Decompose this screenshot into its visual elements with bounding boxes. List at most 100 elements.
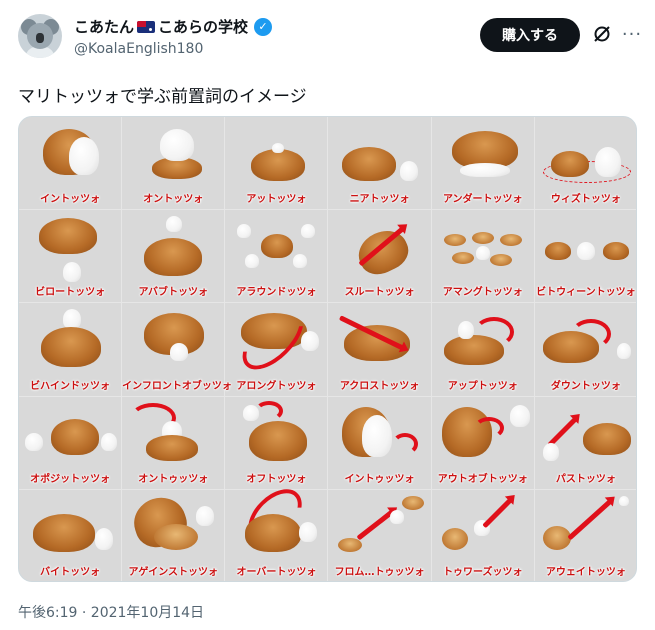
cream: [301, 224, 316, 239]
preposition-label: アップトッツォ: [447, 380, 518, 392]
maritozzo-illustration: [434, 119, 532, 191]
preposition-cell: バイトッツォ: [19, 489, 123, 581]
preposition-cell: オントゥッツォ: [122, 396, 226, 490]
preposition-cell: アゲインストッツォ: [122, 489, 226, 581]
timestamp[interactable]: 午後6:19 · 2021年10月14日: [18, 602, 204, 622]
display-name-post: こあらの学校: [158, 18, 249, 36]
cream: [400, 161, 419, 181]
tweet-image[interactable]: イントッツォ オントッツォ アットッツォ ニアトッツォ アンダートッツォ ウィズトッツォビ…: [18, 116, 637, 582]
preposition-label: インフロントオブッツォ: [122, 380, 232, 392]
preposition-label: フロム…トゥッツォ: [334, 566, 425, 578]
cream: [170, 343, 189, 362]
cream: [166, 216, 183, 233]
cream: [245, 254, 260, 269]
preposition-cell: アウトオブトッツォ: [431, 396, 535, 490]
maritozzo-illustration: [227, 119, 325, 191]
maritozzo-illustration: [21, 212, 119, 284]
preposition-label: ウィズトッツォ: [550, 194, 621, 206]
bun: [245, 513, 302, 552]
preposition-cell: イントッツォ: [19, 117, 123, 211]
maritozzo-illustration: [434, 305, 532, 377]
preposition-label: アットッツォ: [246, 194, 307, 206]
preposition-label: アクロストッツォ: [339, 380, 420, 392]
preposition-cell: ニアトッツォ: [328, 117, 432, 211]
preposition-label: アウェイトッツォ: [545, 566, 626, 578]
bun-small: [443, 234, 466, 247]
preposition-cell: イントゥッツォ: [328, 396, 432, 490]
preposition-cell: アマングトッツォ: [431, 210, 535, 304]
handle[interactable]: @KoalaEnglish180: [74, 41, 272, 57]
preposition-label: ビロートッツォ: [35, 287, 106, 299]
maritozzo-illustration: [21, 492, 119, 564]
cream: [25, 432, 43, 451]
maritozzo-illustration: [21, 399, 119, 471]
maritozzo-illustration: [124, 305, 222, 377]
preposition-cell: スルートッツォ: [328, 210, 432, 304]
buy-button[interactable]: 購入する: [480, 18, 580, 52]
bun: [582, 422, 631, 455]
maritozzo-illustration: [537, 492, 635, 564]
cream: [390, 509, 405, 524]
maritozzo-illustration: [227, 479, 325, 564]
bun: [602, 242, 629, 261]
cream: [362, 414, 393, 457]
preposition-cell: アンダートッツォ: [431, 117, 535, 211]
cream: [459, 163, 510, 177]
preposition-cell: オントッツォ: [122, 117, 226, 211]
maritozzo-illustration: [330, 305, 428, 377]
preposition-label: アロングトッツォ: [236, 380, 317, 392]
away-arrow: [567, 498, 613, 541]
preposition-cell: オポジットッツォ: [19, 396, 123, 490]
preposition-cell: ウィズトッツォ: [534, 117, 636, 211]
cream: [509, 404, 530, 427]
bun: [249, 420, 308, 461]
preposition-cell: アバブトッツォ: [122, 210, 226, 304]
bun: [39, 218, 97, 255]
maritozzo-illustration: [124, 212, 222, 284]
cream: [69, 137, 99, 175]
maritozzo-illustration: [124, 490, 222, 564]
preposition-cell: オフトッツォ: [225, 396, 329, 490]
maritozzo-illustration: [330, 119, 428, 191]
cream: [576, 242, 595, 261]
koala-nose: [36, 33, 44, 43]
cream: [594, 147, 621, 177]
maritozzo-illustration: [537, 305, 635, 377]
preposition-cell: アップトッツォ: [431, 303, 535, 397]
maritozzo-illustration: [124, 119, 222, 191]
grok-icon[interactable]: [592, 24, 612, 44]
maritozzo-illustration: [21, 305, 119, 377]
preposition-label: スルートッツォ: [344, 287, 415, 299]
preposition-label: イントッツォ: [40, 194, 101, 206]
preposition-label: オントゥッツォ: [138, 473, 209, 485]
cream: [475, 246, 490, 261]
cream: [299, 521, 318, 542]
avatar[interactable]: [18, 14, 62, 58]
preposition-label: トゥワーズッツォ: [442, 566, 523, 578]
bun-small: [471, 232, 494, 245]
cream: [616, 343, 631, 360]
cream: [457, 321, 474, 340]
preposition-label: アンダートッツォ: [442, 194, 523, 206]
cream: [618, 495, 629, 506]
maritozzo-illustration: [537, 399, 635, 471]
maritozzo-illustration: [330, 212, 428, 284]
outof-arc: [473, 416, 504, 439]
preposition-label: オポジットッツォ: [30, 473, 111, 485]
bun-small: [489, 254, 512, 267]
cream: [542, 442, 559, 461]
bun: [550, 151, 589, 177]
display-name[interactable]: こあたん こあらの学校 ✓: [74, 16, 273, 37]
preposition-cell: アクロストッツォ: [328, 303, 432, 397]
maritozzo-illustration: [21, 119, 119, 191]
maritozzo-illustration: [537, 212, 635, 284]
up-arc: [473, 317, 514, 348]
preposition-label: アバブトッツォ: [138, 287, 209, 299]
cream: [160, 129, 195, 161]
more-icon[interactable]: ···: [622, 24, 642, 45]
australia-flag-icon: [137, 20, 156, 33]
maritozzo-illustration: [227, 298, 325, 381]
cream: [272, 143, 285, 153]
display-name-pre: こあたん: [74, 18, 135, 36]
cream: [63, 309, 81, 330]
